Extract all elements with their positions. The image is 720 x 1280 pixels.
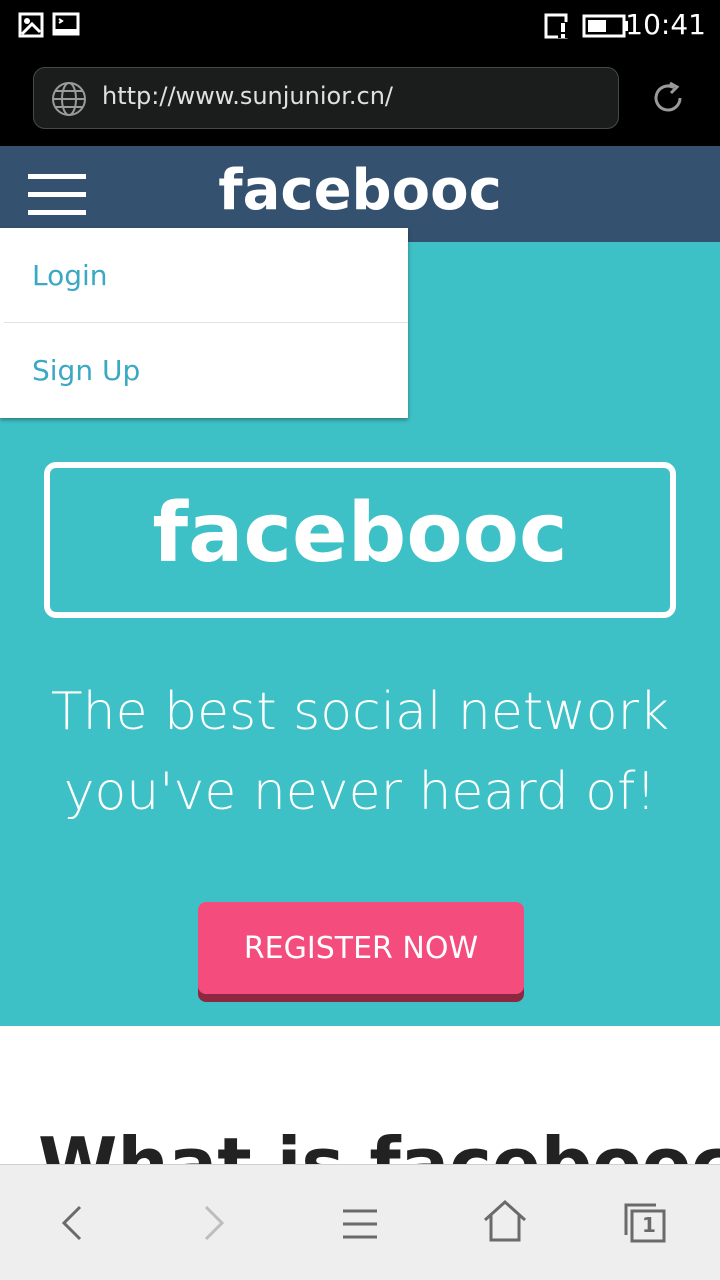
forward-icon[interactable] xyxy=(198,1203,230,1243)
globe-icon xyxy=(52,82,86,116)
battery-icon xyxy=(582,14,628,38)
site-brand[interactable]: facebooc xyxy=(0,158,720,223)
status-bar: 10:41 xyxy=(0,0,720,50)
tagline-line-2: you've never heard of! xyxy=(63,762,657,822)
menu-item-sign-up[interactable]: Sign Up xyxy=(0,323,408,418)
nav-dropdown-menu: Login Sign Up xyxy=(0,228,408,418)
browser-address-bar: http://www.sunjunior.cn/ xyxy=(0,50,720,146)
menu-item-login[interactable]: Login xyxy=(0,228,408,323)
hero-logo-box: facebooc xyxy=(44,462,676,618)
back-icon[interactable] xyxy=(56,1203,88,1243)
sim-alert-icon xyxy=(544,13,568,39)
menu-icon[interactable] xyxy=(340,1207,380,1241)
hero-logo: facebooc xyxy=(152,486,568,581)
content-section: What is facebooc? xyxy=(0,1026,720,1166)
url-text[interactable]: http://www.sunjunior.cn/ xyxy=(102,82,393,110)
terminal-icon xyxy=(52,12,80,36)
home-icon[interactable] xyxy=(482,1199,528,1243)
clock-time: 10:41 xyxy=(625,8,706,41)
tab-count: 1 xyxy=(642,1213,656,1237)
refresh-icon[interactable] xyxy=(650,80,686,116)
browser-toolbar: 1 xyxy=(0,1164,720,1280)
section-heading: What is facebooc? xyxy=(38,1122,720,1166)
url-field[interactable]: http://www.sunjunior.cn/ xyxy=(33,67,619,129)
hero-tagline: The best social network you've never hea… xyxy=(0,672,720,832)
tabs-icon[interactable]: 1 xyxy=(622,1201,668,1245)
register-now-button[interactable]: REGISTER NOW xyxy=(198,902,524,994)
tagline-line-1: The best social network xyxy=(50,682,670,742)
image-icon xyxy=(18,12,44,38)
